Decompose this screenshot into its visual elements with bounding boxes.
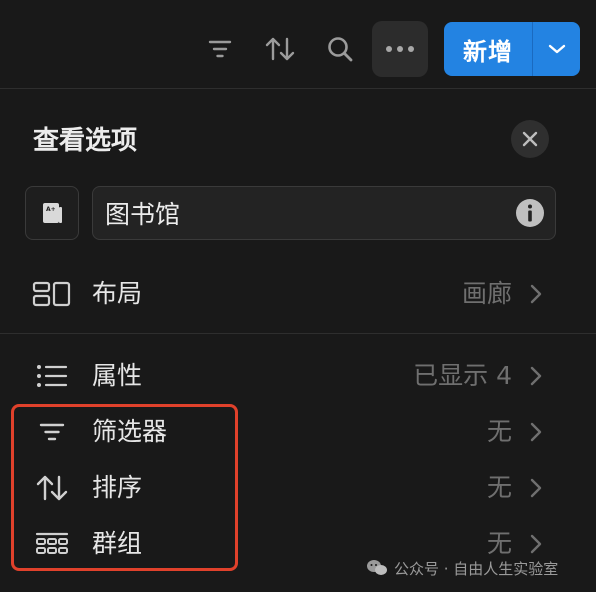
- layout-value: 画廊: [461, 279, 512, 308]
- chevron-right-icon: [530, 534, 542, 554]
- svg-text:A+: A+: [46, 206, 56, 213]
- search-button[interactable]: [322, 26, 358, 72]
- layout-icon: [32, 281, 71, 307]
- layout-icon-wrap: [30, 276, 74, 312]
- layout-row[interactable]: 布局 画廊: [0, 266, 596, 322]
- database-name-input[interactable]: [105, 187, 485, 239]
- properties-label: 属性: [92, 361, 143, 390]
- highlight-box: [11, 404, 238, 571]
- filter-button[interactable]: [202, 26, 238, 72]
- close-button[interactable]: [511, 120, 549, 158]
- info-icon[interactable]: [515, 198, 545, 228]
- filter-icon: [208, 40, 232, 58]
- chevron-right-icon: [530, 422, 542, 442]
- view-toolbar: 新增: [0, 0, 596, 89]
- sort-button[interactable]: [262, 26, 298, 72]
- filter-value: 无: [486, 417, 512, 446]
- panel-title: 查看选项: [33, 126, 138, 156]
- watermark: 公众号 · 自由人生实验室: [366, 555, 558, 581]
- list-icon: [37, 365, 68, 387]
- chevron-right-icon: [530, 478, 542, 498]
- chevron-right-icon: [530, 284, 542, 304]
- properties-icon-wrap: [30, 358, 74, 394]
- new-button-group: 新增: [444, 22, 580, 76]
- new-dropdown-button[interactable]: [533, 22, 580, 76]
- new-button[interactable]: 新增: [444, 22, 532, 76]
- watermark-text: 公众号 · 自由人生实验室: [394, 559, 559, 578]
- properties-row[interactable]: 属性 已显示 4: [0, 348, 596, 404]
- more-button[interactable]: [372, 21, 428, 77]
- close-icon: [522, 131, 538, 147]
- properties-value: 已显示 4: [413, 361, 512, 390]
- layout-label: 布局: [92, 279, 143, 308]
- section-divider: [0, 333, 596, 334]
- search-icon: [328, 37, 353, 62]
- chevron-right-icon: [530, 366, 542, 386]
- database-icon-button[interactable]: A+: [25, 186, 79, 240]
- more-icon: [386, 46, 414, 52]
- sort-value: 无: [486, 473, 512, 502]
- book-icon: A+: [43, 203, 62, 223]
- sort-icon: [265, 37, 295, 61]
- database-name-field: [92, 186, 556, 240]
- chevron-down-icon: [548, 44, 565, 54]
- wechat-icon: [367, 560, 387, 575]
